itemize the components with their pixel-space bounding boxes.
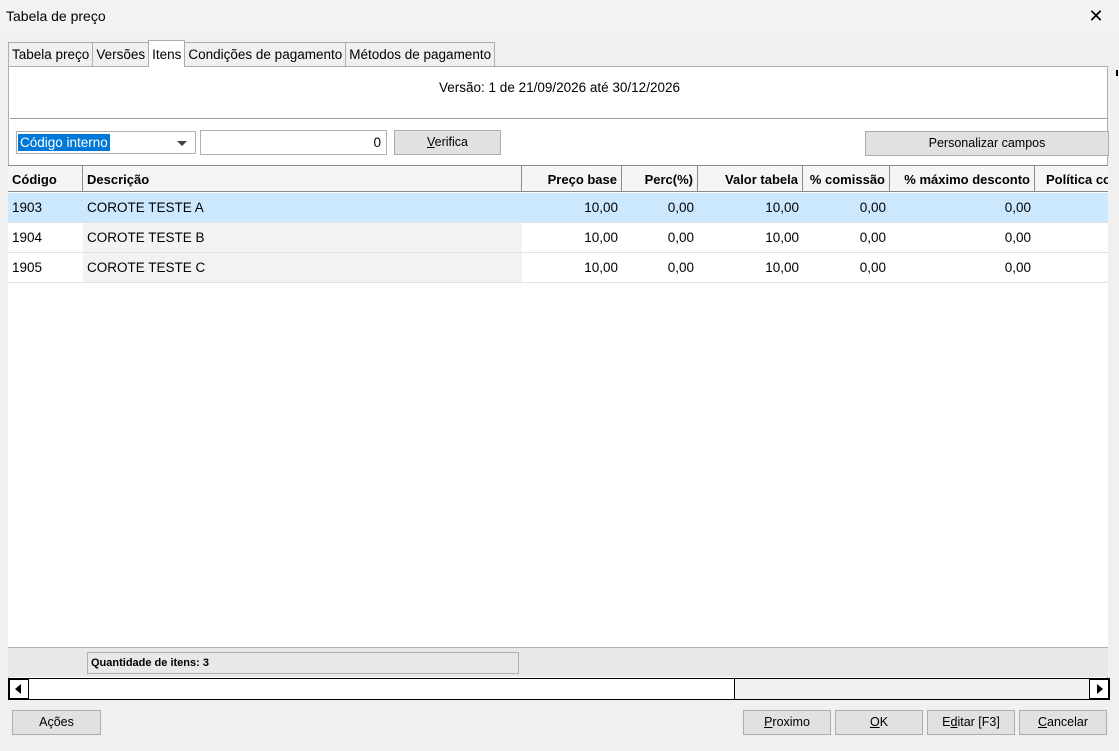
tab-metodos-pagamento[interactable]: Métodos de pagamento <box>345 42 496 67</box>
cancel-label: ancelar <box>1047 715 1089 729</box>
cell-preco-base: 10,00 <box>584 230 618 245</box>
cell-codigo: 1905 <box>12 260 43 275</box>
col-preco-base[interactable]: Preço base <box>522 166 622 191</box>
arrow-right-icon <box>1097 684 1103 694</box>
cell-preco-base: 10,00 <box>584 260 618 275</box>
ok-accel: O <box>869 715 880 729</box>
edit-label-pre: E <box>942 715 951 729</box>
items-grid: Código Descrição Preço base Perc(%) Valo… <box>8 165 1108 647</box>
cell-valor-tabela: 10,00 <box>765 200 799 215</box>
item-count: Quantidade de itens: 3 <box>87 652 519 674</box>
tab-versoes[interactable]: Versões <box>92 42 150 67</box>
cell-codigo: 1903 <box>12 200 43 215</box>
cell-codigo: 1904 <box>12 230 43 245</box>
cell-comissao: 0,00 <box>859 230 886 245</box>
version-info: Versão: 1 de 21/09/2026 até 30/12/2026 <box>439 80 680 95</box>
cell-comissao: 0,00 <box>859 200 886 215</box>
horizontal-scrollbar[interactable] <box>8 678 1110 700</box>
col-codigo[interactable]: Código <box>8 166 83 191</box>
cell-max-desconto: 0,00 <box>1004 260 1031 275</box>
col-politica[interactable]: Política co <box>1035 166 1108 191</box>
cell-valor-tabela: 10,00 <box>765 230 799 245</box>
cell-valor-tabela: 10,00 <box>765 260 799 275</box>
cell-max-desconto: 0,00 <box>1004 230 1031 245</box>
close-button[interactable]: ✕ <box>1073 0 1119 32</box>
ok-button[interactable]: OK <box>835 710 923 735</box>
search-field-value: Código interno <box>18 134 110 151</box>
table-row[interactable]: 1905 COROTE TESTE C 10,00 0,00 10,00 0,0… <box>8 253 1108 283</box>
verify-accel: V <box>427 135 435 149</box>
verify-button[interactable]: Verifica <box>394 130 501 155</box>
col-valor-tabela[interactable]: Valor tabela <box>698 166 803 191</box>
separator <box>10 118 1107 119</box>
table-row[interactable]: 1904 COROTE TESTE B 10,00 0,00 10,00 0,0… <box>8 223 1108 253</box>
window-title: Tabela de preço <box>6 8 106 24</box>
cell-descricao: COROTE TESTE B <box>83 223 522 252</box>
scroll-right-button[interactable] <box>1089 679 1109 699</box>
cell-politica <box>1035 223 1108 252</box>
next-label: roximo <box>772 715 810 729</box>
close-icon: ✕ <box>1088 5 1104 26</box>
arrow-left-icon <box>15 684 21 694</box>
edit-label: itar [F3] <box>957 715 1000 729</box>
cell-preco-base: 10,00 <box>584 200 618 215</box>
title-bar: Tabela de preço ✕ <box>0 0 1119 32</box>
search-field-select[interactable]: Código interno <box>16 131 196 154</box>
cell-perc: 0,00 <box>667 230 694 245</box>
col-max-desconto[interactable]: % máximo desconto <box>890 166 1035 191</box>
cell-perc: 0,00 <box>667 200 694 215</box>
chevron-down-icon[interactable] <box>177 141 187 146</box>
edit-button[interactable]: Editar [F3] <box>927 710 1015 735</box>
cell-politica <box>1035 253 1108 282</box>
table-row[interactable]: 1903 COROTE TESTE A 10,00 0,00 10,00 0,0… <box>8 193 1108 223</box>
tab-tabela-preco[interactable]: Tabela preço <box>8 42 94 67</box>
ok-label: K <box>879 715 889 729</box>
cell-descricao: COROTE TESTE A <box>87 200 204 215</box>
cell-descricao: COROTE TESTE C <box>83 253 522 282</box>
cancel-button[interactable]: Cancelar <box>1019 710 1107 735</box>
actions-button[interactable]: Ações <box>12 710 101 735</box>
scroll-thumb[interactable] <box>29 679 735 699</box>
cancel-accel: C <box>1037 715 1048 729</box>
cell-comissao: 0,00 <box>859 260 886 275</box>
tab-strip: Tabela preço Versões Itens Condições de … <box>8 40 496 67</box>
scroll-left-button[interactable] <box>9 679 29 699</box>
window-edge-mark <box>1116 70 1118 76</box>
customize-fields-button[interactable]: Personalizar campos <box>865 131 1109 156</box>
cell-max-desconto: 0,00 <box>1004 200 1031 215</box>
grid-header: Código Descrição Preço base Perc(%) Valo… <box>8 166 1108 192</box>
col-comissao[interactable]: % comissão <box>803 166 890 191</box>
col-perc[interactable]: Perc(%) <box>622 166 698 191</box>
col-descricao[interactable]: Descrição <box>83 166 522 191</box>
tab-condicoes-pagamento[interactable]: Condições de pagamento <box>184 42 347 67</box>
next-button[interactable]: Proximo <box>743 710 831 735</box>
verify-label: erifica <box>434 135 468 149</box>
code-input[interactable]: 0 <box>200 130 387 155</box>
cell-perc: 0,00 <box>667 260 694 275</box>
cell-politica <box>1035 193 1108 222</box>
tab-itens[interactable]: Itens <box>148 40 186 67</box>
